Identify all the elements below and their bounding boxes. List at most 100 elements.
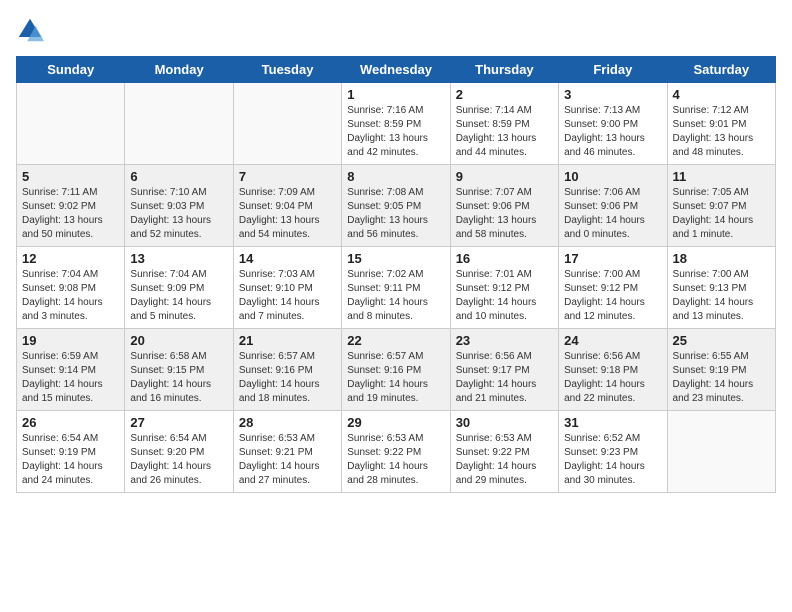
day-number: 15 — [347, 251, 444, 266]
day-info: Sunrise: 6:58 AM Sunset: 9:15 PM Dayligh… — [130, 350, 227, 406]
day-number: 1 — [347, 87, 444, 102]
calendar-day-cell: 12 Sunrise: 7:04 AM Sunset: 9:08 PM Dayli… — [17, 247, 125, 329]
day-info: Sunrise: 7:04 AM Sunset: 9:08 PM Dayligh… — [22, 268, 119, 324]
calendar-day-cell: 15 Sunrise: 7:02 AM Sunset: 9:11 PM Dayli… — [342, 247, 450, 329]
day-number: 11 — [673, 169, 770, 184]
day-number: 2 — [456, 87, 553, 102]
day-info: Sunrise: 7:09 AM Sunset: 9:04 PM Dayligh… — [239, 186, 336, 242]
calendar-day-cell: 30 Sunrise: 6:53 AM Sunset: 9:22 PM Dayli… — [450, 411, 558, 493]
empty-day-cell — [125, 83, 233, 165]
calendar-week-row: 1 Sunrise: 7:16 AM Sunset: 8:59 PM Daylig… — [17, 83, 776, 165]
calendar-day-cell: 11 Sunrise: 7:05 AM Sunset: 9:07 PM Dayli… — [667, 165, 775, 247]
day-number: 13 — [130, 251, 227, 266]
empty-day-cell — [17, 83, 125, 165]
day-number: 25 — [673, 333, 770, 348]
calendar-day-cell: 26 Sunrise: 6:54 AM Sunset: 9:19 PM Dayli… — [17, 411, 125, 493]
day-number: 22 — [347, 333, 444, 348]
day-number: 31 — [564, 415, 661, 430]
weekday-header-row: SundayMondayTuesdayWednesdayThursdayFrid… — [17, 57, 776, 83]
day-number: 3 — [564, 87, 661, 102]
day-info: Sunrise: 6:53 AM Sunset: 9:22 PM Dayligh… — [456, 432, 553, 488]
calendar-day-cell: 3 Sunrise: 7:13 AM Sunset: 9:00 PM Daylig… — [559, 83, 667, 165]
day-info: Sunrise: 7:04 AM Sunset: 9:09 PM Dayligh… — [130, 268, 227, 324]
calendar-day-cell: 20Sunrise: 6:58 AM Sunset: 9:15 PM Dayli… — [125, 329, 233, 411]
weekday-header-thursday: Thursday — [450, 57, 558, 83]
calendar-day-cell: 2 Sunrise: 7:14 AM Sunset: 8:59 PM Daylig… — [450, 83, 558, 165]
calendar-week-row: 19 Sunrise: 6:59 AM Sunset: 9:14 PM Dayli… — [17, 329, 776, 411]
calendar-day-cell: 9 Sunrise: 7:07 AM Sunset: 9:06 PM Daylig… — [450, 165, 558, 247]
calendar-week-row: 26 Sunrise: 6:54 AM Sunset: 9:19 PM Dayli… — [17, 411, 776, 493]
day-info: Sunrise: 6:57 AM Sunset: 9:16 PM Dayligh… — [347, 350, 444, 406]
day-info: Sunrise: 7:05 AM Sunset: 9:07 PM Dayligh… — [673, 186, 770, 242]
day-info: Sunrise: 6:52 AM Sunset: 9:23 PM Dayligh… — [564, 432, 661, 488]
calendar-day-cell: 1 Sunrise: 7:16 AM Sunset: 8:59 PM Daylig… — [342, 83, 450, 165]
day-info: Sunrise: 6:59 AM Sunset: 9:14 PM Dayligh… — [22, 350, 119, 406]
weekday-header-monday: Monday — [125, 57, 233, 83]
day-info: Sunrise: 7:03 AM Sunset: 9:10 PM Dayligh… — [239, 268, 336, 324]
day-number: 27 — [130, 415, 227, 430]
day-info: Sunrise: 6:56 AM Sunset: 9:18 PM Dayligh… — [564, 350, 661, 406]
calendar-day-cell: 16 Sunrise: 7:01 AM Sunset: 9:12 PM Dayli… — [450, 247, 558, 329]
calendar-day-cell: 4 Sunrise: 7:12 AM Sunset: 9:01 PM Daylig… — [667, 83, 775, 165]
calendar-day-cell: 17Sunrise: 7:00 AM Sunset: 9:12 PM Dayli… — [559, 247, 667, 329]
calendar-day-cell: 25 Sunrise: 6:55 AM Sunset: 9:19 PM Dayli… — [667, 329, 775, 411]
calendar-day-cell: 23Sunrise: 6:56 AM Sunset: 9:17 PM Dayli… — [450, 329, 558, 411]
day-info: Sunrise: 7:00 AM Sunset: 9:13 PM Dayligh… — [673, 268, 770, 324]
day-number: 21 — [239, 333, 336, 348]
day-info: Sunrise: 7:13 AM Sunset: 9:00 PM Dayligh… — [564, 104, 661, 160]
day-info: Sunrise: 7:11 AM Sunset: 9:02 PM Dayligh… — [22, 186, 119, 242]
calendar-day-cell: 22 Sunrise: 6:57 AM Sunset: 9:16 PM Dayli… — [342, 329, 450, 411]
day-info: Sunrise: 7:12 AM Sunset: 9:01 PM Dayligh… — [673, 104, 770, 160]
calendar-day-cell: 29 Sunrise: 6:53 AM Sunset: 9:22 PM Dayli… — [342, 411, 450, 493]
day-number: 30 — [456, 415, 553, 430]
day-number: 6 — [130, 169, 227, 184]
day-info: Sunrise: 7:06 AM Sunset: 9:06 PM Dayligh… — [564, 186, 661, 242]
day-number: 5 — [22, 169, 119, 184]
calendar-day-cell: 8 Sunrise: 7:08 AM Sunset: 9:05 PM Daylig… — [342, 165, 450, 247]
logo-icon — [16, 16, 44, 44]
day-number: 16 — [456, 251, 553, 266]
day-info: Sunrise: 6:53 AM Sunset: 9:22 PM Dayligh… — [347, 432, 444, 488]
day-info: Sunrise: 7:02 AM Sunset: 9:11 PM Dayligh… — [347, 268, 444, 324]
day-number: 7 — [239, 169, 336, 184]
day-number: 26 — [22, 415, 119, 430]
day-number: 14 — [239, 251, 336, 266]
empty-day-cell — [667, 411, 775, 493]
calendar-day-cell: 27 Sunrise: 6:54 AM Sunset: 9:20 PM Dayli… — [125, 411, 233, 493]
calendar-day-cell: 28 Sunrise: 6:53 AM Sunset: 9:21 PM Dayli… — [233, 411, 341, 493]
day-number: 9 — [456, 169, 553, 184]
day-number: 10 — [564, 169, 661, 184]
day-number: 4 — [673, 87, 770, 102]
day-number: 29 — [347, 415, 444, 430]
page-header — [16, 16, 776, 44]
day-number: 19 — [22, 333, 119, 348]
day-info: Sunrise: 7:10 AM Sunset: 9:03 PM Dayligh… — [130, 186, 227, 242]
day-info: Sunrise: 7:07 AM Sunset: 9:06 PM Dayligh… — [456, 186, 553, 242]
calendar-week-row: 5 Sunrise: 7:11 AM Sunset: 9:02 PM Daylig… — [17, 165, 776, 247]
weekday-header-tuesday: Tuesday — [233, 57, 341, 83]
calendar-day-cell: 7 Sunrise: 7:09 AM Sunset: 9:04 PM Daylig… — [233, 165, 341, 247]
calendar-day-cell: 18Sunrise: 7:00 AM Sunset: 9:13 PM Dayli… — [667, 247, 775, 329]
calendar-day-cell: 19 Sunrise: 6:59 AM Sunset: 9:14 PM Dayli… — [17, 329, 125, 411]
calendar-table: SundayMondayTuesdayWednesdayThursdayFrid… — [16, 56, 776, 493]
day-number: 24 — [564, 333, 661, 348]
day-info: Sunrise: 6:55 AM Sunset: 9:19 PM Dayligh… — [673, 350, 770, 406]
day-info: Sunrise: 7:16 AM Sunset: 8:59 PM Dayligh… — [347, 104, 444, 160]
calendar-day-cell: 6 Sunrise: 7:10 AM Sunset: 9:03 PM Daylig… — [125, 165, 233, 247]
day-info: Sunrise: 6:57 AM Sunset: 9:16 PM Dayligh… — [239, 350, 336, 406]
day-number: 12 — [22, 251, 119, 266]
day-info: Sunrise: 6:54 AM Sunset: 9:19 PM Dayligh… — [22, 432, 119, 488]
weekday-header-saturday: Saturday — [667, 57, 775, 83]
day-info: Sunrise: 7:01 AM Sunset: 9:12 PM Dayligh… — [456, 268, 553, 324]
calendar-day-cell: 10 Sunrise: 7:06 AM Sunset: 9:06 PM Dayli… — [559, 165, 667, 247]
weekday-header-sunday: Sunday — [17, 57, 125, 83]
day-info: Sunrise: 6:53 AM Sunset: 9:21 PM Dayligh… — [239, 432, 336, 488]
calendar-week-row: 12 Sunrise: 7:04 AM Sunset: 9:08 PM Dayli… — [17, 247, 776, 329]
day-number: 8 — [347, 169, 444, 184]
day-info: Sunrise: 7:08 AM Sunset: 9:05 PM Dayligh… — [347, 186, 444, 242]
day-info: Sunrise: 7:14 AM Sunset: 8:59 PM Dayligh… — [456, 104, 553, 160]
day-number: 17 — [564, 251, 661, 266]
day-number: 28 — [239, 415, 336, 430]
day-info: Sunrise: 6:54 AM Sunset: 9:20 PM Dayligh… — [130, 432, 227, 488]
calendar-day-cell: 24 Sunrise: 6:56 AM Sunset: 9:18 PM Dayli… — [559, 329, 667, 411]
